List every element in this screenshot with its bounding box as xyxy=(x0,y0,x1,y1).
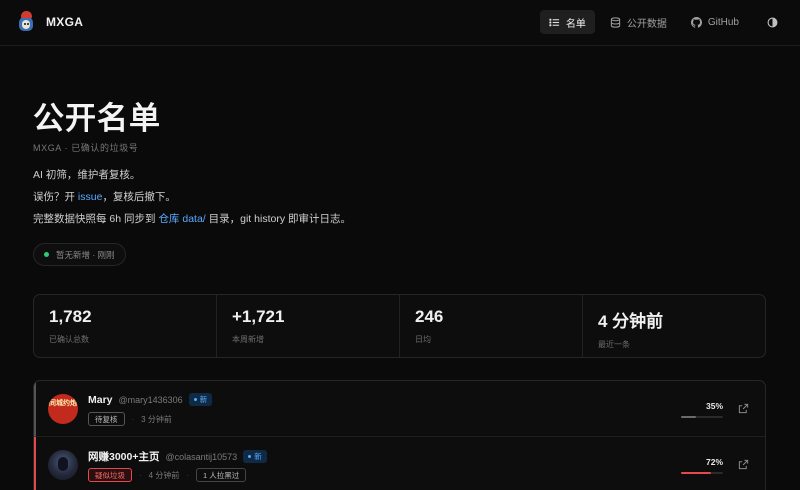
stat-value: 1,782 xyxy=(49,307,92,326)
intro-text: 误伤？开 xyxy=(33,191,78,203)
stat-value: 4 分钟前 xyxy=(598,312,664,331)
account-handle: @colasantij10573 xyxy=(165,451,238,462)
intro-text: 完整数据快照每 6h 同步到 xyxy=(33,213,159,225)
theme-toggle-button[interactable] xyxy=(760,10,784,34)
stat-total: 1,782 已确认总数 xyxy=(34,295,217,357)
stat-label: 最近一条 xyxy=(598,340,630,349)
stat-latest: 4 分钟前 最近一条 xyxy=(583,295,765,357)
spam-score-bar-fill xyxy=(681,416,696,418)
stat-daily-average: 246 日均 xyxy=(400,295,583,357)
spam-score-bar-fill xyxy=(681,472,712,474)
dot-icon xyxy=(193,398,197,401)
stats-panel: 1,782 已确认总数 +1,721 本周新增 246 日均 4 分钟前 最近一… xyxy=(33,294,766,358)
main-nav: 名单 公开数据 GitHub xyxy=(539,10,784,34)
new-badge-label: 新 xyxy=(199,395,208,404)
status-badge: 疑似垃圾 xyxy=(88,468,132,482)
bird-mascot-icon xyxy=(16,11,36,33)
page-subtitle: MXGA · 已确认的垃圾号 xyxy=(33,143,139,153)
repo-data-link[interactable]: 仓库 data/ xyxy=(158,213,205,225)
nav-item-list[interactable]: 名单 xyxy=(539,10,595,34)
dot-icon xyxy=(248,455,252,458)
page-title: 公开名单 xyxy=(33,101,161,136)
separator: · xyxy=(186,470,190,480)
intro-line-2: 误伤？开 issue，复核后撤下。 xyxy=(33,189,176,204)
status-dot-icon xyxy=(44,252,49,257)
external-link-icon[interactable] xyxy=(738,403,749,414)
spam-score-bar xyxy=(681,416,723,418)
list-item[interactable]: 同城约炮 Mary @mary1436306 新 待复核 · 3 分钟前 35% xyxy=(34,381,765,437)
nav-item-label: 公开数据 xyxy=(626,18,667,30)
new-badge-label: 新 xyxy=(254,452,262,461)
new-badge: 新 xyxy=(243,450,267,463)
account-meta: 疑似垃圾 · 4 分钟前 · 1 人拉黑过 xyxy=(88,468,247,482)
database-icon xyxy=(610,16,621,28)
account-list: 同城约炮 Mary @mary1436306 新 待复核 · 3 分钟前 35%… xyxy=(33,380,766,490)
nav-item-label: GitHub xyxy=(707,16,739,28)
list-item[interactable]: 网赚3000+主页 @colasantij10573 新 疑似垃圾 · 4 分钟… xyxy=(34,437,765,490)
avatar: 同城约炮 xyxy=(48,394,78,424)
stat-label: 日均 xyxy=(415,335,431,344)
nav-item-public-data[interactable]: 公开数据 xyxy=(601,10,676,34)
nav-item-label: 名单 xyxy=(565,18,586,30)
stat-value: +1,721 xyxy=(232,307,285,326)
timestamp: 4 分钟前 xyxy=(148,470,180,480)
spam-score-bar xyxy=(681,472,723,474)
account-name: Mary xyxy=(88,393,113,406)
separator: · xyxy=(139,470,142,480)
intro-text: 目录，git history 即审计日志。 xyxy=(205,213,351,225)
intro-text: ，复核后撤下。 xyxy=(102,191,176,203)
new-badge: 新 xyxy=(188,393,213,406)
account-name-line: Mary @mary1436306 新 xyxy=(88,393,213,406)
status-badge: 待复核 xyxy=(88,412,125,426)
stat-value: 246 xyxy=(415,307,444,326)
sync-status-badge: 暂无新增 · 刚刚 xyxy=(33,243,126,266)
account-name: 网赚3000+主页 xyxy=(88,451,160,463)
stat-weekly: +1,721 本周新增 xyxy=(217,295,400,357)
stat-label: 已确认总数 xyxy=(49,335,89,344)
list-icon xyxy=(549,18,559,26)
brand-link[interactable]: MXGA xyxy=(16,11,83,33)
half-circle-icon xyxy=(767,17,777,27)
spam-score-value: 35% xyxy=(705,401,723,411)
spam-score: 72% xyxy=(681,457,723,474)
block-count-badge: 1 人拉黑过 xyxy=(196,468,247,482)
stat-label: 本周新增 xyxy=(232,335,264,344)
account-name-line: 网赚3000+主页 @colasantij10573 新 xyxy=(88,449,267,464)
timestamp: 3 分钟前 xyxy=(141,414,172,424)
nav-item-github[interactable]: GitHub xyxy=(682,10,748,34)
account-meta: 待复核 · 3 分钟前 xyxy=(88,412,172,426)
external-link-icon[interactable] xyxy=(738,459,749,470)
spam-score: 35% xyxy=(681,401,723,418)
avatar xyxy=(48,450,78,480)
separator: · xyxy=(131,414,135,424)
intro-line-1: AI 初筛，维护者复核。 xyxy=(33,169,141,181)
intro-line-3: 完整数据快照每 6h 同步到 仓库 data/ 目录，git history 即… xyxy=(33,211,351,226)
github-icon xyxy=(690,16,702,28)
brand-name: MXGA xyxy=(46,15,84,29)
top-bar: MXGA 名单 公开数据 GitHub xyxy=(0,0,800,46)
spam-score-value: 72% xyxy=(705,457,723,467)
sync-status-text: 暂无新增 · 刚刚 xyxy=(56,249,115,260)
avatar-text: 同城约炮 xyxy=(49,400,77,407)
account-handle: @mary1436306 xyxy=(118,394,183,405)
issue-link[interactable]: issue xyxy=(78,191,103,203)
